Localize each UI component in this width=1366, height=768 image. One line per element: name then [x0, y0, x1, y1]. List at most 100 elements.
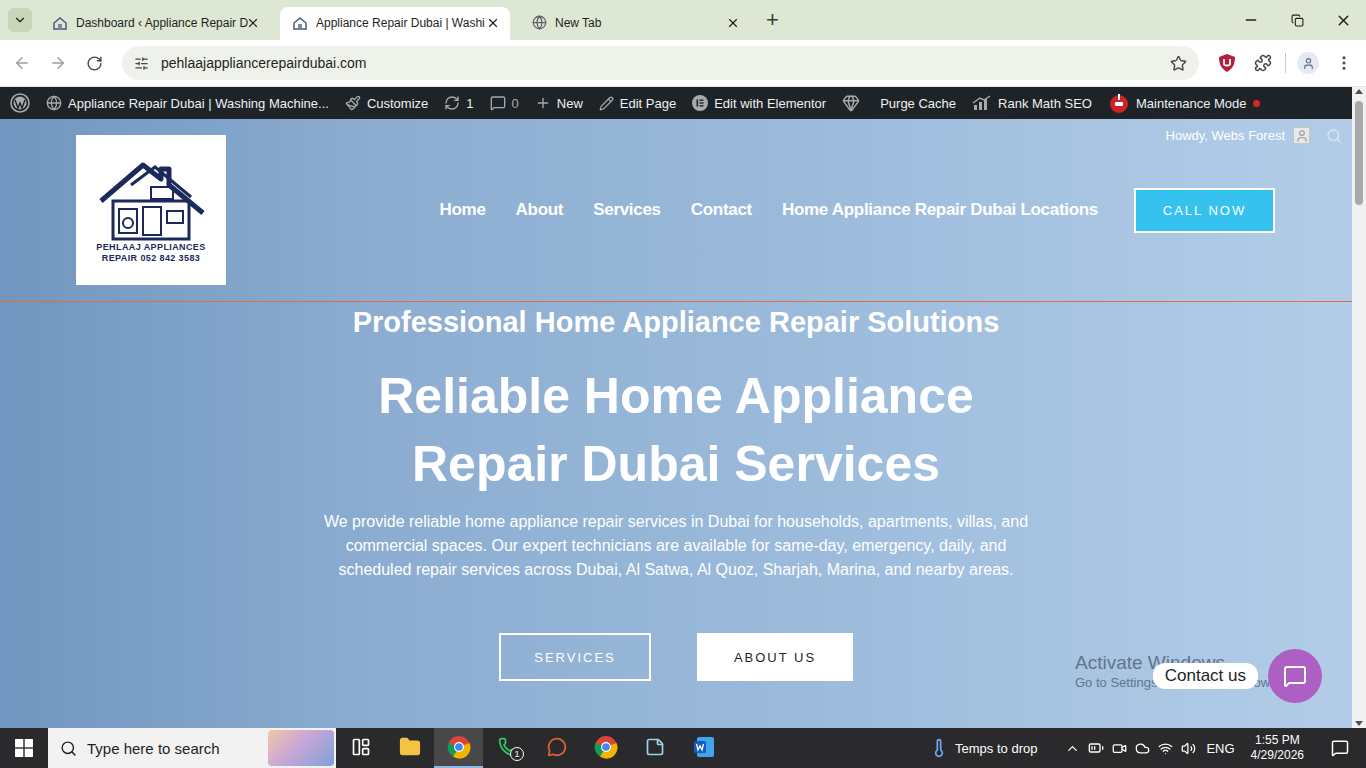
comment-icon — [490, 95, 506, 111]
battery-icon[interactable] — [1088, 740, 1104, 756]
ublock-button[interactable] — [1213, 49, 1241, 77]
nav-link[interactable]: About — [516, 200, 564, 220]
taskbar-app[interactable] — [532, 728, 581, 768]
taskbar-app[interactable]: 1 — [483, 728, 532, 768]
nav-link[interactable]: Contact — [691, 200, 752, 220]
menu-button[interactable] — [1330, 49, 1358, 77]
notification-icon — [1331, 739, 1349, 757]
scroll-thumb[interactable] — [1355, 101, 1363, 205]
howdy-text: Howdy, Webs Forest — [1166, 128, 1285, 143]
hero-button[interactable]: SERVICES — [499, 633, 651, 681]
new-tab-button[interactable]: + — [760, 8, 785, 32]
clock-time: 1:55 PM — [1255, 733, 1300, 748]
viewport: Appliance Repair Dubai | Washing Machine… — [0, 87, 1366, 728]
admin-bar-label: New — [557, 96, 583, 111]
toolbar-divider — [1285, 53, 1286, 73]
site-logo[interactable]: PEHLAAJ APPLIANCESREPAIR 052 842 3583 — [76, 135, 226, 285]
windows-start-icon — [15, 739, 33, 757]
rank-math-icon — [972, 95, 992, 111]
weather-widget[interactable]: Temps to drop — [929, 738, 1037, 758]
pencil-icon — [599, 96, 614, 111]
admin-bar-item[interactable] — [2, 87, 38, 119]
admin-bar-item[interactable]: Rank Math SEO — [964, 87, 1100, 119]
chevron-up-icon[interactable] — [1065, 741, 1080, 756]
forward-button[interactable] — [44, 49, 72, 77]
avatar-icon — [1295, 129, 1309, 143]
tray-icons — [1065, 740, 1196, 756]
tab-search-button[interactable] — [8, 8, 32, 32]
admin-bar-label: Rank Math SEO — [998, 96, 1092, 111]
language-indicator[interactable]: ENG — [1206, 741, 1234, 756]
scroll-up-icon[interactable] — [1355, 89, 1363, 94]
folder-icon — [399, 736, 421, 758]
taskbar-app[interactable] — [385, 728, 434, 768]
chevron-down-icon — [13, 13, 27, 27]
start-button[interactable] — [0, 728, 48, 768]
nav-link[interactable]: Services — [593, 200, 661, 220]
system-tray: Temps to drop ENG 1:55 PM4/29/2026 — [929, 728, 1366, 768]
clock[interactable]: 1:55 PM4/29/2026 — [1245, 733, 1310, 763]
scroll-down-icon[interactable] — [1355, 721, 1363, 726]
search-icon[interactable] — [1326, 128, 1342, 144]
close-window-button[interactable] — [1320, 0, 1366, 40]
extensions-button[interactable] — [1249, 49, 1277, 77]
taskbar-app[interactable] — [581, 728, 630, 768]
nav-link[interactable]: Home — [440, 200, 486, 220]
site-info-icon[interactable] — [134, 56, 149, 71]
close-tab-icon[interactable] — [726, 16, 740, 30]
howdy-account[interactable]: Howdy, Webs Forest — [1166, 127, 1342, 144]
browser-tab[interactable]: Dashboard ‹ Appliance Repair D — [40, 7, 270, 40]
hero-subtitle: Professional Home Appliance Repair Solut… — [353, 302, 1000, 342]
address-bar[interactable]: pehlaajappliancerepairdubai.com — [122, 46, 1199, 80]
taskbar-search[interactable]: Type here to search — [48, 728, 336, 768]
site-header: PEHLAAJ APPLIANCESREPAIR 052 842 3583 Hom… — [0, 119, 1352, 302]
minimize-button[interactable] — [1228, 0, 1274, 40]
plus-icon — [535, 95, 551, 111]
clock-date: 4/29/2026 — [1251, 748, 1304, 763]
restore-icon — [1291, 14, 1304, 27]
admin-bar-item[interactable]: Appliance Repair Dubai | Washing Machine… — [38, 87, 337, 119]
taskbar-app[interactable] — [679, 728, 728, 768]
contact-label[interactable]: Contact us — [1153, 663, 1258, 689]
wifi-icon[interactable] — [1158, 741, 1173, 756]
scrollbar[interactable] — [1352, 87, 1366, 728]
taskbar-app[interactable] — [434, 728, 483, 768]
admin-bar-item[interactable]: Customize — [337, 87, 436, 119]
user-icon — [1302, 57, 1315, 70]
volume-icon[interactable] — [1181, 741, 1196, 756]
contact-widget[interactable]: Contact us — [1153, 649, 1322, 703]
admin-bar-item[interactable]: 1 — [436, 87, 481, 119]
arrow-left-icon — [13, 54, 31, 72]
taskbar-app[interactable] — [336, 728, 385, 768]
reload-button[interactable] — [80, 49, 108, 77]
admin-bar-item[interactable]: New — [527, 87, 591, 119]
site-icon — [46, 95, 62, 111]
notification-button[interactable] — [1320, 739, 1360, 757]
restore-button[interactable] — [1274, 0, 1320, 40]
back-button[interactable] — [8, 49, 36, 77]
close-tab-icon[interactable] — [246, 16, 260, 30]
chat-button[interactable] — [1268, 649, 1322, 703]
browser-tab[interactable]: New Tab — [520, 7, 750, 40]
bookmark-star-icon[interactable] — [1170, 55, 1187, 72]
profile-avatar — [1297, 52, 1319, 74]
nav-link[interactable]: Home Appliance Repair Dubai Locations — [782, 200, 1098, 220]
profile-button[interactable] — [1294, 49, 1322, 77]
camera-icon[interactable] — [1112, 741, 1127, 756]
admin-bar-item[interactable]: 0 — [482, 87, 527, 119]
search-highlight-picture — [268, 730, 334, 766]
admin-bar-item[interactable]: Purge Cache — [834, 87, 964, 119]
cloud-icon[interactable] — [1135, 741, 1150, 756]
taskbar-app[interactable] — [630, 728, 679, 768]
admin-bar-item[interactable]: Maintenance Mode — [1100, 87, 1268, 119]
hero-description: We provide reliable home appliance repai… — [320, 510, 1032, 582]
close-icon — [1335, 12, 1352, 29]
hero-button[interactable]: ABOUT US — [697, 633, 853, 681]
call-now-button[interactable]: CALL NOW — [1134, 188, 1275, 233]
puzzle-icon — [1254, 54, 1272, 72]
tab-label: New Tab — [555, 16, 718, 30]
admin-bar-item[interactable]: Edit with Elementor — [684, 87, 834, 119]
browser-tab[interactable]: Appliance Repair Dubai | Washi — [280, 7, 510, 40]
admin-bar-item[interactable]: Edit Page — [591, 87, 684, 119]
close-tab-icon[interactable] — [486, 16, 500, 30]
